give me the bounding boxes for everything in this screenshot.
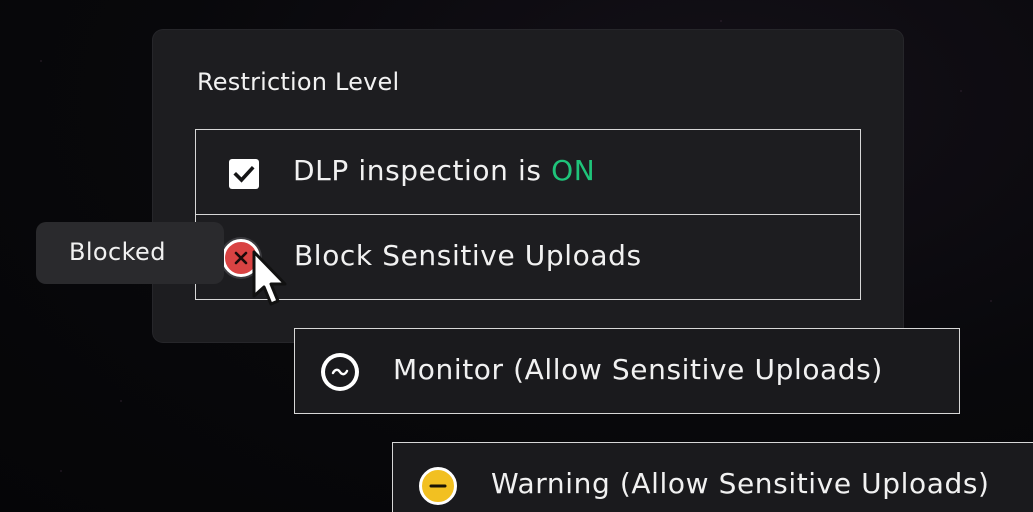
warning-option[interactable]: Warning (Allow Sensitive Uploads) [392, 442, 1033, 512]
dlp-inspection-label: DLP inspection is ON [293, 154, 595, 187]
noise-dot [990, 300, 992, 302]
minus-circle-icon [419, 467, 457, 505]
noise-dot [120, 400, 122, 402]
dlp-label-prefix: DLP inspection is [293, 154, 552, 187]
check-icon [233, 165, 255, 183]
panel-title: Restriction Level [197, 68, 400, 96]
block-sensitive-uploads-label: Block Sensitive Uploads [294, 239, 642, 272]
tilde-circle-icon [321, 353, 359, 391]
noise-dot [720, 20, 722, 22]
blocked-tooltip: Blocked [36, 222, 224, 284]
noise-dot [60, 470, 62, 472]
monitor-label: Monitor (Allow Sensitive Uploads) [393, 353, 883, 386]
mouse-pointer-icon [252, 250, 287, 306]
dlp-inspection-row[interactable]: DLP inspection is ON [195, 129, 861, 215]
monitor-option[interactable]: Monitor (Allow Sensitive Uploads) [294, 328, 960, 414]
tooltip-label: Blocked [69, 238, 166, 266]
dlp-status-on: ON [551, 154, 596, 187]
warning-label: Warning (Allow Sensitive Uploads) [491, 467, 990, 500]
screen: Restriction Level DLP inspection is ON B… [0, 0, 1033, 512]
tilde-circle-inner [325, 357, 355, 387]
noise-dot [40, 60, 42, 62]
dlp-checkbox[interactable] [229, 159, 259, 189]
block-sensitive-uploads-option[interactable]: Block Sensitive Uploads [195, 214, 861, 300]
noise-dot [960, 90, 962, 92]
